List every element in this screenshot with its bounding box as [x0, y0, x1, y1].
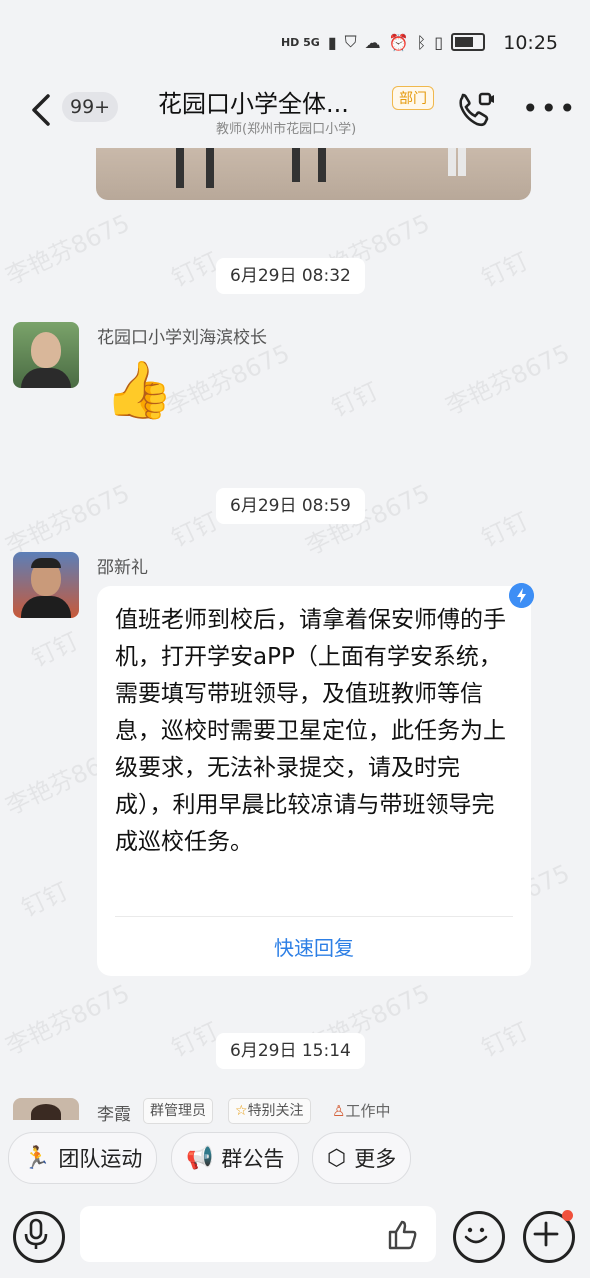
network-icon: HD 5G	[280, 35, 320, 49]
chat-header: 99+ 花园口小学全体... 部门 教师(郑州市花园口小学) •••	[0, 80, 590, 150]
back-icon[interactable]	[26, 90, 60, 130]
dept-tag: 部门	[392, 86, 434, 110]
message-bubble[interactable]: 值班老师到校后，请拿着保安师傅的手机，打开学安aPP（上面有学安系统，需要填写带…	[97, 586, 531, 976]
emoji-button[interactable]	[453, 1211, 505, 1263]
quick-reply-button[interactable]: 快速回复	[97, 932, 531, 961]
sender-name: 邵新礼	[97, 558, 148, 578]
watermark: 李艳芬8675	[1, 208, 134, 291]
notification-dot	[562, 1210, 573, 1221]
divider	[115, 916, 513, 917]
battery-icon	[451, 33, 485, 51]
smiley-icon	[464, 1227, 488, 1244]
vibrate-icon: ▯	[434, 32, 443, 52]
video-call-icon[interactable]	[456, 90, 496, 130]
watermark: 李艳芬8675	[1, 478, 134, 561]
star-icon: ☆	[235, 1103, 248, 1119]
work-status: ♙工作中	[332, 1100, 390, 1121]
watermark-brand: 钉钉	[167, 1016, 223, 1063]
image-message-partial[interactable]	[96, 148, 531, 200]
thumbs-up-icon[interactable]	[384, 1216, 420, 1252]
signal-icon: ▮	[327, 32, 337, 52]
input-bar	[0, 1194, 590, 1278]
message-text: 值班老师到校后，请拿着保安师傅的手机，打开学安aPP（上面有学安系统，需要填写带…	[115, 607, 506, 855]
running-icon: 🏃	[23, 1145, 51, 1171]
unread-count-badge[interactable]: 99+	[62, 92, 119, 122]
watermark-brand: 钉钉	[167, 506, 223, 553]
quick-action-bar: 🏃 团队运动 📢 群公告 ⬡ 更多	[0, 1130, 590, 1186]
watermark-brand: 钉钉	[477, 1016, 533, 1063]
follow-tag-label: 特别关注	[247, 1103, 304, 1119]
watermark-brand: 钉钉	[17, 876, 73, 923]
group-announcement-button[interactable]: 📢 群公告	[171, 1132, 300, 1184]
team-sports-label: 团队运动	[58, 1147, 143, 1171]
megaphone-icon: 📢	[186, 1145, 214, 1171]
voice-input-button[interactable]	[13, 1211, 65, 1263]
follow-tag: ☆特别关注	[228, 1098, 311, 1124]
admin-tag: 群管理员	[143, 1098, 213, 1124]
message-input[interactable]	[80, 1206, 436, 1262]
watermark-brand: 钉钉	[477, 506, 533, 553]
work-status-label: 工作中	[345, 1102, 391, 1120]
clock: 10:25	[503, 32, 558, 54]
avatar[interactable]	[13, 552, 79, 618]
group-announcement-label: 群公告	[221, 1147, 285, 1171]
status-icons: HD 5G ▮ ⛉ ☁ ⏰ ᛒ ▯	[281, 32, 485, 52]
timestamp-chip: 6月29日 15:14	[216, 1033, 365, 1069]
thumbs-up-icon: 👍	[104, 358, 174, 423]
flash-icon	[509, 583, 534, 608]
avatar[interactable]	[13, 1098, 79, 1120]
timestamp-chip: 6月29日 08:32	[216, 258, 365, 294]
watermark: 李艳芬8675	[1, 978, 134, 1061]
watermark-brand: 钉钉	[327, 376, 383, 423]
chat-title[interactable]: 花园口小学全体...	[158, 84, 349, 119]
team-sports-button[interactable]: 🏃 团队运动	[8, 1132, 158, 1184]
avatar[interactable]	[13, 322, 79, 388]
watermark: 李艳芬8675	[441, 338, 574, 421]
bluetooth-icon: ᛒ	[416, 32, 427, 52]
watermark-brand: 钉钉	[27, 626, 83, 673]
alarm-icon: ⏰	[388, 32, 409, 52]
more-options-icon[interactable]: •••	[522, 95, 578, 123]
work-status-icon: ♙	[332, 1102, 346, 1120]
more-label: 更多	[354, 1147, 397, 1171]
sender-name: 李霞	[97, 1105, 131, 1125]
microphone-icon	[24, 1218, 48, 1249]
watermark-brand: 钉钉	[167, 246, 223, 293]
chat-subtitle: 教师(郑州市花园口小学)	[216, 122, 357, 137]
timestamp-chip: 6月29日 08:59	[216, 488, 365, 524]
more-button[interactable]: ⬡ 更多	[312, 1132, 412, 1184]
cloud-icon: ☁	[364, 32, 381, 52]
watermark-brand: 钉钉	[477, 246, 533, 293]
cube-icon: ⬡	[327, 1145, 347, 1171]
shield-icon: ⛉	[344, 32, 357, 51]
status-bar: HD 5G ▮ ⛉ ☁ ⏰ ᛒ ▯ 10:25	[0, 0, 590, 80]
sender-name: 花园口小学刘海滨校长	[97, 328, 267, 348]
